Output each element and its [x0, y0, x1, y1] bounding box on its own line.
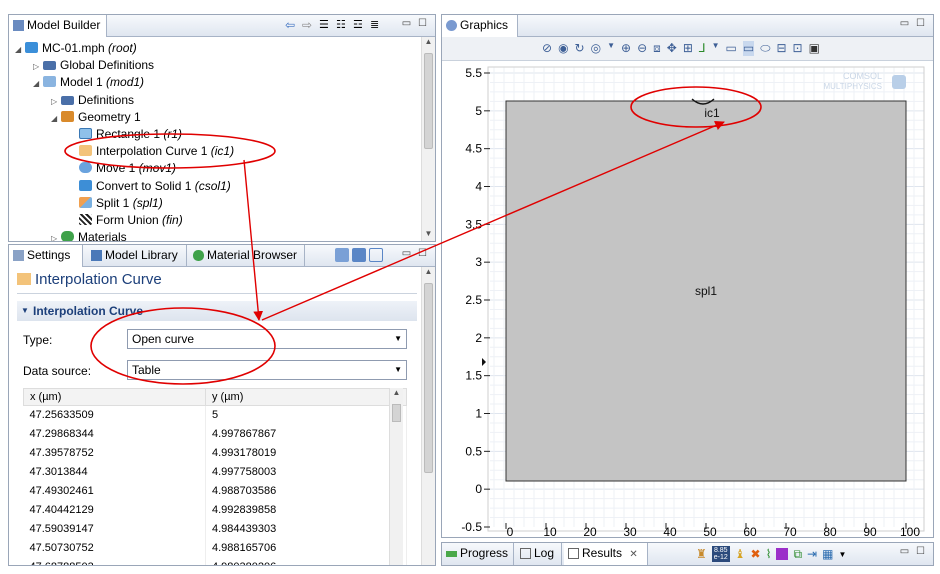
results-toolbar: ♜ 8.85 e-12 ♝ ✖ ⌇ ⧉ ⇥ ▦ ▼	[696, 546, 846, 562]
arrow-tree-to-settings	[243, 159, 264, 321]
clear-icon[interactable]: ♜	[696, 547, 707, 561]
results-icon	[568, 548, 579, 559]
plot-icon[interactable]: ⌇	[766, 547, 772, 561]
tab-results[interactable]: Results ✕	[564, 543, 648, 565]
annotation-arrows	[243, 120, 725, 321]
table-icon[interactable]: ▦	[822, 547, 833, 561]
results-tabbar: Progress Log Results ✕ ♜ 8.85 e-12 ♝ ✖ ⌇ …	[442, 543, 933, 565]
delete-icon[interactable]: ✖	[751, 547, 761, 561]
arrow-settings-to-graphics	[261, 120, 725, 321]
results-window-controls[interactable]: ▭ ☐	[900, 546, 927, 557]
dropdown-arrow-icon[interactable]: ▼	[838, 550, 846, 559]
log-icon	[520, 548, 531, 559]
tab-log[interactable]: Log	[516, 543, 562, 565]
close-icon[interactable]: ✕	[629, 549, 637, 560]
color-icon[interactable]	[776, 548, 789, 560]
progress-icon	[446, 551, 457, 557]
export-icon[interactable]: ⇥	[807, 547, 817, 561]
results-pane: Progress Log Results ✕ ♜ 8.85 e-12 ♝ ✖ ⌇ …	[441, 542, 934, 566]
numeric-format-badge[interactable]: 8.85 e-12	[711, 546, 730, 562]
clean-icon[interactable]: ♝	[735, 547, 746, 561]
copy-icon[interactable]: ⧉	[793, 547, 802, 562]
tab-progress[interactable]: Progress	[442, 543, 514, 565]
